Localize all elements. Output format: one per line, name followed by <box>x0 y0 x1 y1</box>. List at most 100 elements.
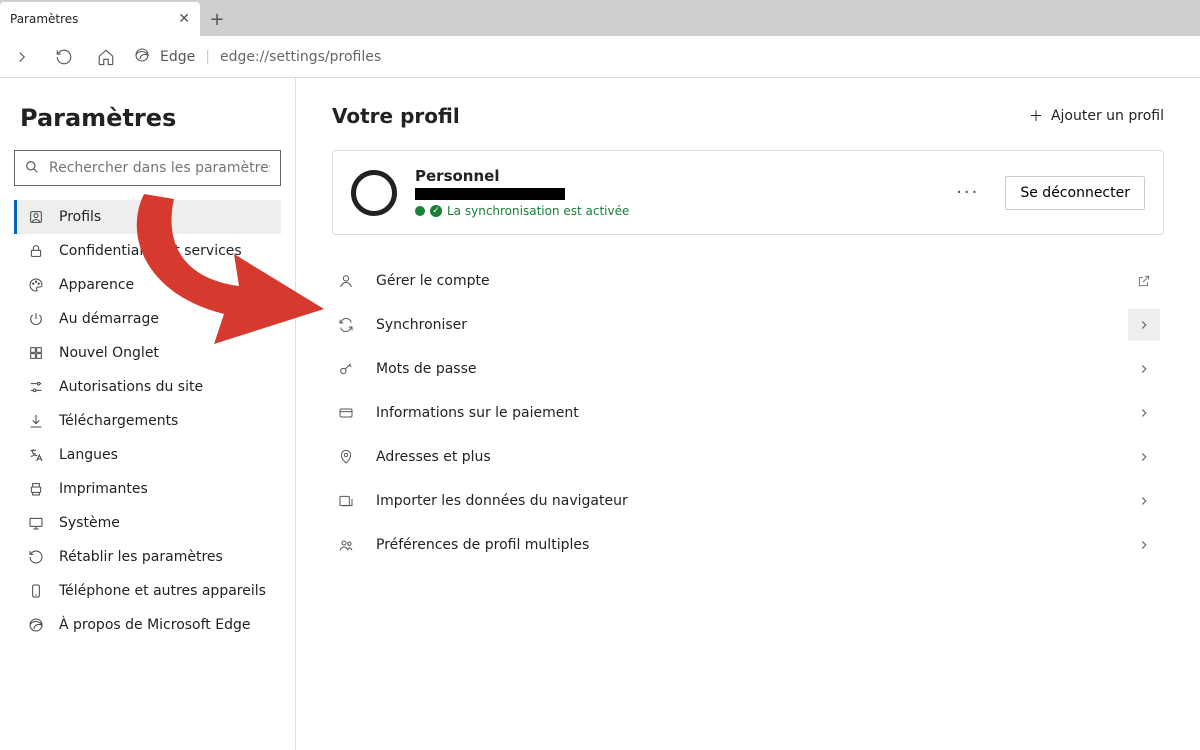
settings-sidebar: Paramètres Profils Confidentialité et se… <box>0 78 296 750</box>
sidebar-item-label: Rétablir les paramètres <box>59 549 223 565</box>
check-icon: ✓ <box>430 205 442 217</box>
sidebar-item-imprimantes[interactable]: Imprimantes <box>14 472 281 506</box>
tab-title: Paramètres <box>10 12 78 26</box>
signout-button[interactable]: Se déconnecter <box>1005 176 1145 210</box>
add-profile-label: Ajouter un profil <box>1051 108 1164 124</box>
row-importer[interactable]: Importer les données du navigateur <box>332 479 1164 523</box>
row-synchroniser[interactable]: Synchroniser <box>332 303 1164 347</box>
sidebar-item-label: Confidentialité et services <box>59 243 242 259</box>
sidebar-item-profils[interactable]: Profils <box>14 200 281 234</box>
sync-status: ✓ La synchronisation est activée <box>415 204 930 218</box>
redacted-email <box>415 188 565 200</box>
sidebar-item-autorisations[interactable]: Autorisations du site <box>14 370 281 404</box>
address-separator: | <box>205 49 210 65</box>
row-adresses[interactable]: Adresses et plus <box>332 435 1164 479</box>
search-icon <box>25 159 39 178</box>
row-label: Informations sur le paiement <box>376 405 1108 421</box>
refresh-button[interactable] <box>50 43 78 71</box>
row-paiement[interactable]: Informations sur le paiement <box>332 391 1164 435</box>
printer-icon <box>27 480 45 498</box>
chevron-right-icon <box>1128 441 1160 473</box>
new-tab-button[interactable]: + <box>200 2 234 36</box>
row-profils-multiples[interactable]: Préférences de profil multiples <box>332 523 1164 567</box>
sidebar-item-telechargements[interactable]: Téléchargements <box>14 404 281 438</box>
sync-status-text: La synchronisation est activée <box>447 204 629 218</box>
power-icon <box>27 310 45 328</box>
edge-logo-icon <box>134 47 150 67</box>
tab-bar: Paramètres ✕ + <box>0 0 1200 36</box>
sidebar-item-nouvel-onglet[interactable]: Nouvel Onglet <box>14 336 281 370</box>
import-icon <box>336 493 356 509</box>
forward-button[interactable] <box>8 43 36 71</box>
more-options-button[interactable]: ··· <box>948 182 987 203</box>
search-input[interactable] <box>49 160 270 176</box>
chevron-right-icon <box>1128 353 1160 385</box>
home-button[interactable] <box>92 43 120 71</box>
address-label: Edge <box>160 49 195 65</box>
sidebar-title: Paramètres <box>20 104 281 132</box>
chevron-right-icon <box>1128 529 1160 561</box>
person-icon <box>336 273 356 289</box>
page-title: Votre profil <box>332 104 460 128</box>
row-label: Adresses et plus <box>376 449 1108 465</box>
location-icon <box>336 449 356 465</box>
sidebar-item-label: Téléphone et autres appareils <box>59 583 266 599</box>
close-tab-icon[interactable]: ✕ <box>178 11 190 27</box>
sidebar-item-label: Nouvel Onglet <box>59 345 159 361</box>
sidebar-item-label: À propos de Microsoft Edge <box>59 617 250 633</box>
search-input-wrapper[interactable] <box>14 150 281 186</box>
address-url: edge://settings/profiles <box>220 49 381 65</box>
row-mots-de-passe[interactable]: Mots de passe <box>332 347 1164 391</box>
profile-card: Personnel ✓ La synchronisation est activ… <box>332 150 1164 235</box>
sync-icon <box>336 317 356 333</box>
grid-icon <box>27 344 45 362</box>
plus-icon: ＋ <box>1029 106 1043 126</box>
sidebar-item-label: Profils <box>59 209 101 225</box>
sidebar-item-langues[interactable]: Langues <box>14 438 281 472</box>
language-icon <box>27 446 45 464</box>
card-icon <box>336 405 356 421</box>
people-icon <box>336 537 356 553</box>
sidebar-item-label: Au démarrage <box>59 311 159 327</box>
row-gerer-compte[interactable]: Gérer le compte <box>332 259 1164 303</box>
add-profile-button[interactable]: ＋ Ajouter un profil <box>1029 106 1164 126</box>
sliders-icon <box>27 378 45 396</box>
profile-icon <box>27 208 45 226</box>
download-icon <box>27 412 45 430</box>
reset-icon <box>27 548 45 566</box>
row-label: Gérer le compte <box>376 273 1108 289</box>
address-bar[interactable]: Edge | edge://settings/profiles <box>134 47 1192 67</box>
sidebar-item-confidentialite[interactable]: Confidentialité et services <box>14 234 281 268</box>
chevron-right-icon <box>1128 309 1160 341</box>
sidebar-item-demarrage[interactable]: Au démarrage <box>14 302 281 336</box>
phone-icon <box>27 582 45 600</box>
browser-toolbar: Edge | edge://settings/profiles <box>0 36 1200 78</box>
avatar <box>351 170 397 216</box>
palette-icon <box>27 276 45 294</box>
external-link-icon <box>1128 265 1160 297</box>
chevron-right-icon <box>1128 397 1160 429</box>
sidebar-item-apropos[interactable]: À propos de Microsoft Edge <box>14 608 281 642</box>
sidebar-item-systeme[interactable]: Système <box>14 506 281 540</box>
sidebar-item-label: Autorisations du site <box>59 379 203 395</box>
sidebar-item-apparence[interactable]: Apparence <box>14 268 281 302</box>
browser-tab[interactable]: Paramètres ✕ <box>0 2 200 36</box>
main-panel: Votre profil ＋ Ajouter un profil Personn… <box>296 78 1200 750</box>
key-icon <box>336 361 356 377</box>
edge-icon <box>27 616 45 634</box>
sidebar-item-label: Langues <box>59 447 118 463</box>
chevron-right-icon <box>1128 485 1160 517</box>
sidebar-item-telephone[interactable]: Téléphone et autres appareils <box>14 574 281 608</box>
sidebar-item-retablir[interactable]: Rétablir les paramètres <box>14 540 281 574</box>
row-label: Mots de passe <box>376 361 1108 377</box>
sidebar-item-label: Système <box>59 515 120 531</box>
row-label: Synchroniser <box>376 317 1108 333</box>
sidebar-item-label: Imprimantes <box>59 481 148 497</box>
profile-name: Personnel <box>415 167 930 185</box>
row-label: Importer les données du navigateur <box>376 493 1108 509</box>
sidebar-item-label: Téléchargements <box>59 413 178 429</box>
sidebar-item-label: Apparence <box>59 277 134 293</box>
system-icon <box>27 514 45 532</box>
lock-icon <box>27 242 45 260</box>
row-label: Préférences de profil multiples <box>376 537 1108 553</box>
